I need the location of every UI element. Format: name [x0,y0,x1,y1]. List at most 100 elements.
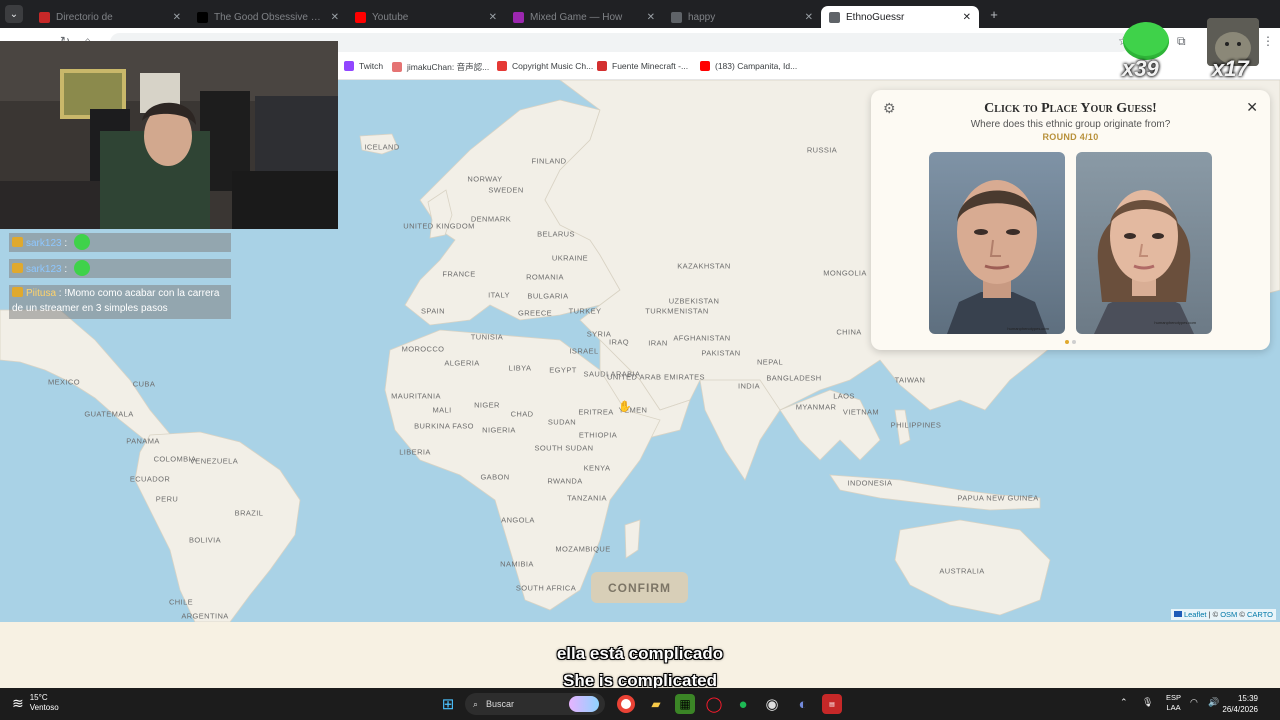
map-country-label: INDONESIA [847,478,893,488]
leaflet-link[interactable]: Leaflet [1184,610,1207,619]
bookmark-item[interactable]: jimakuChan: 音声認... [392,61,489,73]
bookmark-label: (183) Campanita, Id... [715,61,798,71]
panel-title: Click to Place Your Guess! [984,101,1157,116]
map-country-label: MONGOLIA [823,268,867,278]
map-country-label: MEXICO [48,377,80,387]
map-country-label: LIBYA [508,363,532,373]
browser-tab-strip: ⌄ Directorio de ✕ The Good Obsessive Game ✕… [0,0,1280,28]
map-country-label: IRAQ [609,337,629,347]
male-face-image[interactable]: humanphenotypes.com [929,152,1065,334]
map-country-label: GREECE [517,308,553,318]
emote-counter-1: x39 [1122,56,1159,81]
tiktok-icon [197,11,208,23]
opera-icon[interactable]: ◯ [704,694,724,714]
map-country-label: MYANMAR [795,402,837,412]
tab-close-icon[interactable]: ✕ [805,12,813,23]
discord-icon[interactable]: ◐ [793,694,813,714]
input-language[interactable]: ESP LAA [1166,693,1181,713]
tab-title: The Good Obsessive Game [214,11,325,23]
tab-search-button[interactable]: ⌄ [5,5,23,23]
tab-close-icon[interactable]: ✕ [489,12,497,23]
map-country-label: NORWAY [467,174,503,184]
page-dot-2[interactable] [1072,340,1076,344]
tab-title: Directorio de [56,11,113,23]
voicemeeter-icon[interactable]: ▤ [822,694,842,714]
map-country-label: CHINA [836,327,862,337]
map-country-label: TURKEY [568,306,602,316]
weather-widget[interactable]: ≋ 15°C Ventoso [12,693,59,713]
bookmark-favicon-icon [597,61,607,71]
tab-list: Directorio de✕The Good Obsessive Game✕Yo… [31,0,979,28]
hand-cursor-icon: ✋ [618,401,632,413]
bookmark-favicon-icon [392,62,402,72]
chat-username: sark123 [26,238,62,249]
map-country-label: LIBERIA [399,447,431,457]
map-country-label: BULGARIA [527,291,569,301]
bookmark-label: jimakuChan: 音声認... [407,62,490,72]
extensions-icon[interactable]: ⧉ [1177,34,1186,49]
map-country-label: ECUADOR [129,474,171,484]
osm-link[interactable]: OSM [1220,610,1237,619]
youtube-icon [355,11,366,23]
carto-link[interactable]: CARTO [1247,610,1273,619]
map-country-label: PERU [155,494,179,504]
attribution-separator: | © [1206,610,1221,619]
bookmark-favicon-icon [344,61,354,71]
tab-close-icon[interactable]: ✕ [173,12,181,23]
tab-close-icon[interactable]: ✕ [647,12,655,23]
map-country-label: SOUTH AFRICA [515,583,577,593]
map-country-label: BELARUS [537,229,575,239]
spotify-icon[interactable]: ● [733,694,753,714]
bookmark-item[interactable]: (183) Campanita, Id... [700,61,797,71]
browser-tab[interactable]: Youtube ✕ [347,6,505,28]
wind-icon: ≋ [12,695,24,711]
confirm-button[interactable]: CONFIRM [591,572,688,603]
browser-tab[interactable]: EthnoGuessr ✕ [821,6,979,28]
minecraft-icon[interactable]: ▦ [675,694,695,714]
tab-close-icon[interactable]: ✕ [331,12,339,23]
browser-tab[interactable]: The Good Obsessive Game ✕ [189,6,347,28]
map-country-label: FRANCE [442,269,476,279]
map-country-label: NIGERIA [482,425,516,435]
map-country-label: MOZAMBIQUE [555,544,611,554]
map-country-label: ROMANIA [526,272,564,282]
map-country-label: KAZAKHSTAN [677,261,731,271]
chat-message: sark123 : [9,233,231,252]
tray-overflow-icon[interactable]: ⌃ [1120,697,1128,708]
female-face-image[interactable]: humanphenotypes.com [1076,152,1212,334]
map-country-label: TANZANIA [567,493,607,503]
wifi-icon[interactable]: ◠ [1190,697,1198,708]
search-highlight-icon [569,696,599,712]
browser-tab[interactable]: happy ✕ [663,6,821,28]
weather-temp: 15°C [29,693,48,702]
webcam-overlay [0,41,338,229]
volume-icon[interactable]: 🔊 [1208,697,1219,708]
round-counter: ROUND 4/10 [1042,132,1099,142]
map-country-label: UZBEKISTAN [668,296,720,306]
menu-icon[interactable]: ⋮ [1262,34,1274,48]
microphone-icon[interactable]: 🎙 [1142,697,1153,708]
new-tab-button[interactable]: + [985,5,1003,23]
page-dot-1[interactable] [1065,340,1069,344]
browser-tab[interactable]: Mixed Game — How ✕ [505,6,663,28]
windows-start-icon[interactable]: ⊞ [438,694,458,714]
bookmark-item[interactable]: Fuente Minecraft -... [597,61,688,71]
chrome-taskbar-icon[interactable] [617,695,635,713]
map-country-label: BURKINA FASO [414,421,474,431]
smiley-emote-icon [73,260,90,276]
map-country-label: SWEDEN [488,185,524,195]
map-country-label: ERITREA [578,407,614,417]
map-country-label: TURKMENISTAN [645,306,709,316]
steam-icon[interactable]: ◉ [762,694,782,714]
browser-tab[interactable]: Directorio de ✕ [31,6,189,28]
file-explorer-icon[interactable]: ▰ [646,694,666,714]
bookmark-item[interactable]: Copyright Music Ch... [497,61,593,71]
clock[interactable]: 15:39 26/4/2026 [1222,693,1258,715]
map-country-label: TUNISIA [470,332,504,342]
taskbar-search[interactable]: ⌕ Buscar [465,693,605,715]
map-country-label: CHAD [510,409,534,419]
bookmark-item[interactable]: Twitch [344,61,383,71]
tab-close-icon[interactable]: ✕ [963,12,971,23]
bookmark-favicon-icon [497,61,507,71]
map-country-label: NAMIBIA [500,559,534,569]
